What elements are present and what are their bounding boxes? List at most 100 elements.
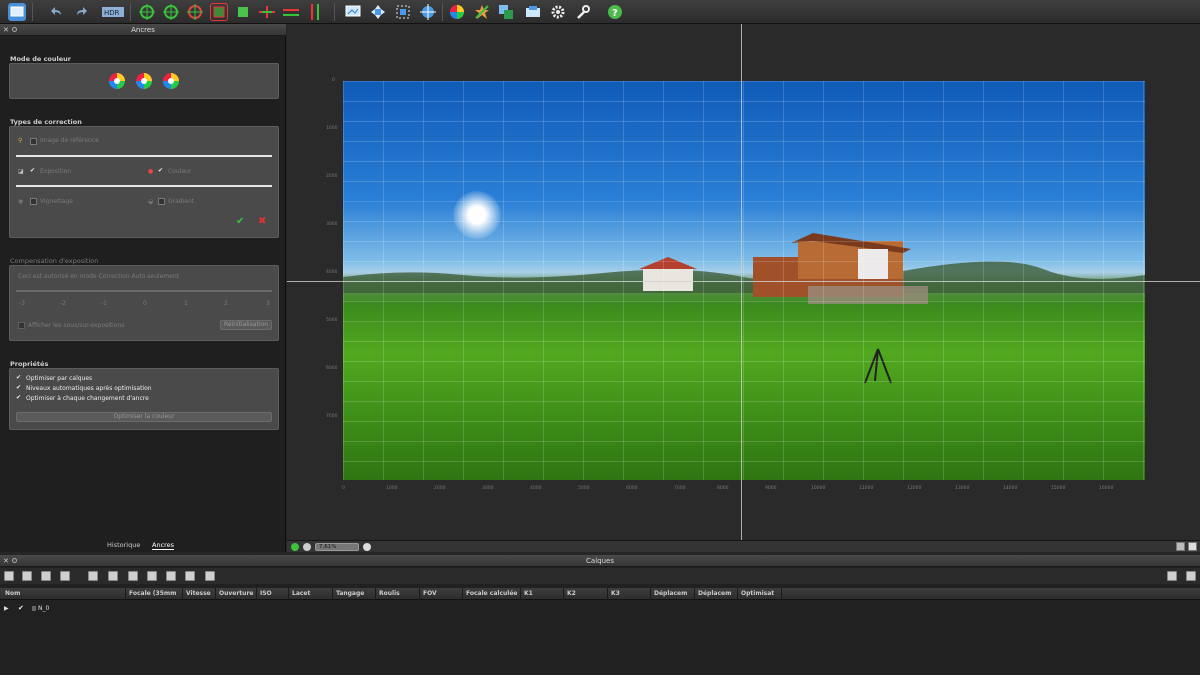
star-icon[interactable] (473, 3, 491, 21)
layer-settings-icon[interactable] (205, 571, 215, 581)
undo-icon[interactable] (48, 3, 66, 21)
anchor-move-icon[interactable] (186, 3, 204, 21)
column-header[interactable]: K2 (564, 588, 608, 600)
anchor-add-icon[interactable] (162, 3, 180, 21)
color-wheel-icon[interactable] (448, 3, 466, 21)
layer-add-icon[interactable] (4, 571, 14, 581)
zoom-in-icon[interactable] (363, 543, 371, 551)
layer-last-icon[interactable] (147, 571, 157, 581)
column-header[interactable]: Focale (35mm (126, 588, 183, 600)
zoom-level-field[interactable]: 7,61% (315, 543, 359, 551)
column-header[interactable]: K3 (608, 588, 651, 600)
visibility-check-icon[interactable]: ✔ (18, 604, 24, 612)
redo-icon[interactable] (72, 3, 90, 21)
help-icon[interactable]: ? (606, 3, 624, 21)
column-header[interactable]: Ouverture (216, 588, 257, 600)
reset-button[interactable]: Réinitialisation (220, 320, 272, 330)
column-header[interactable]: Tangage (333, 588, 376, 600)
svg-text:HDR: HDR (104, 9, 120, 17)
layers-title: Calques (586, 557, 614, 565)
vertical-icon[interactable] (306, 3, 324, 21)
preview-icon[interactable] (344, 3, 362, 21)
layers-icon[interactable] (497, 3, 515, 21)
reference-checkbox[interactable] (30, 138, 37, 145)
column-header[interactable]: Nom (2, 588, 126, 600)
fit-icon[interactable] (394, 3, 412, 21)
x-tick-label: 0 (342, 486, 345, 491)
x-tick-label: 13000 (955, 486, 970, 491)
gradient-icon: ◒ (148, 198, 154, 205)
layer-ungroup-icon[interactable] (185, 571, 195, 581)
x-tick-label: 7000 (674, 486, 686, 491)
layer-remove-icon[interactable] (60, 571, 70, 581)
layers-panel: ✕ Calques Nom Focale (35mm Vitesse Ouver… (0, 555, 1200, 675)
anchor-icon[interactable] (138, 3, 156, 21)
checkbox-check-icon[interactable]: ✔ (16, 384, 21, 391)
column-header[interactable]: FOV (420, 588, 463, 600)
column-header[interactable]: Déplacem (651, 588, 695, 600)
exposure-compensation-slider[interactable] (16, 290, 272, 292)
gradient-checkbox[interactable] (158, 198, 165, 205)
settings-icon[interactable] (549, 3, 567, 21)
column-header[interactable]: Roulis (376, 588, 420, 600)
crop-icon[interactable] (210, 3, 228, 21)
exposure-slider[interactable] (16, 185, 272, 187)
checkbox-check-icon[interactable]: ✔ (16, 374, 21, 381)
layer-first-icon[interactable] (88, 571, 98, 581)
optimize-layers-label: Optimiser par calques (26, 375, 93, 382)
column-header[interactable]: Focale calculée (463, 588, 521, 600)
project-icon[interactable] (8, 3, 26, 21)
tick-label: -3 (19, 300, 25, 307)
move-icon[interactable] (369, 3, 387, 21)
center-icon[interactable] (419, 3, 437, 21)
column-header[interactable]: ISO (257, 588, 289, 600)
status-green-icon[interactable] (291, 543, 299, 551)
sort-down-icon[interactable] (1186, 571, 1196, 581)
y-tick-label: 0 (332, 78, 335, 83)
column-header[interactable]: Lacet (289, 588, 333, 600)
color-mode-3-icon[interactable] (162, 72, 180, 90)
x-tick-label: 10000 (811, 486, 826, 491)
layer-group-icon[interactable] (166, 571, 176, 581)
horizon-icon[interactable] (258, 3, 276, 21)
color-checkbox[interactable]: ✔ (158, 167, 163, 174)
hdr-icon[interactable]: HDR (102, 3, 124, 21)
mask-icon[interactable] (234, 3, 252, 21)
view-grid-icon[interactable] (1176, 542, 1185, 551)
level-icon[interactable] (282, 3, 300, 21)
view-single-icon[interactable] (1188, 542, 1197, 551)
color-mode-2-icon[interactable] (135, 72, 153, 90)
correction-types-box: ⚲ Image de référence ◪ ✔ Exposition ● ✔ … (9, 126, 279, 238)
zoom-out-icon[interactable] (303, 543, 311, 551)
tick-label: 1 (184, 300, 188, 307)
correction-types-heading: Types de correction (10, 118, 82, 126)
reference-slider[interactable] (16, 155, 272, 157)
tools-icon[interactable] (574, 3, 592, 21)
properties-box: ✔ Optimiser par calques ✔ Niveaux automa… (9, 368, 279, 430)
show-exposure-checkbox[interactable] (18, 322, 25, 329)
checkbox-check-icon[interactable]: ✔ (16, 394, 21, 401)
layer-down-icon[interactable] (128, 571, 138, 581)
layer-duplicate-icon[interactable] (41, 571, 51, 581)
sort-up-icon[interactable] (1167, 571, 1177, 581)
column-header[interactable]: Vitesse (183, 588, 216, 600)
render-icon[interactable] (524, 3, 542, 21)
tab-anchors[interactable]: Ancres (152, 541, 175, 550)
color-mode-box (9, 63, 279, 99)
cancel-x-icon[interactable]: ✖ (258, 216, 266, 227)
reference-icon: ⚲ (18, 137, 23, 144)
expand-arrow-icon[interactable]: ▶ (4, 605, 9, 612)
color-mode-1-icon[interactable] (108, 72, 126, 90)
apply-check-icon[interactable]: ✔ (236, 216, 244, 227)
x-tick-label: 4000 (530, 486, 542, 491)
layer-up-icon[interactable] (108, 571, 118, 581)
optimize-color-button[interactable]: Optimiser la couleur (16, 412, 272, 422)
tab-history[interactable]: Historique (107, 541, 140, 549)
vignetting-checkbox[interactable] (30, 198, 37, 205)
layer-edit-icon[interactable] (22, 571, 32, 581)
column-header[interactable]: Optimisat (738, 588, 782, 600)
column-header[interactable]: Déplacem (695, 588, 738, 600)
column-header[interactable]: K1 (521, 588, 564, 600)
exposure-checkbox[interactable]: ✔ (30, 167, 35, 174)
x-tick-label: 14000 (1003, 486, 1018, 491)
